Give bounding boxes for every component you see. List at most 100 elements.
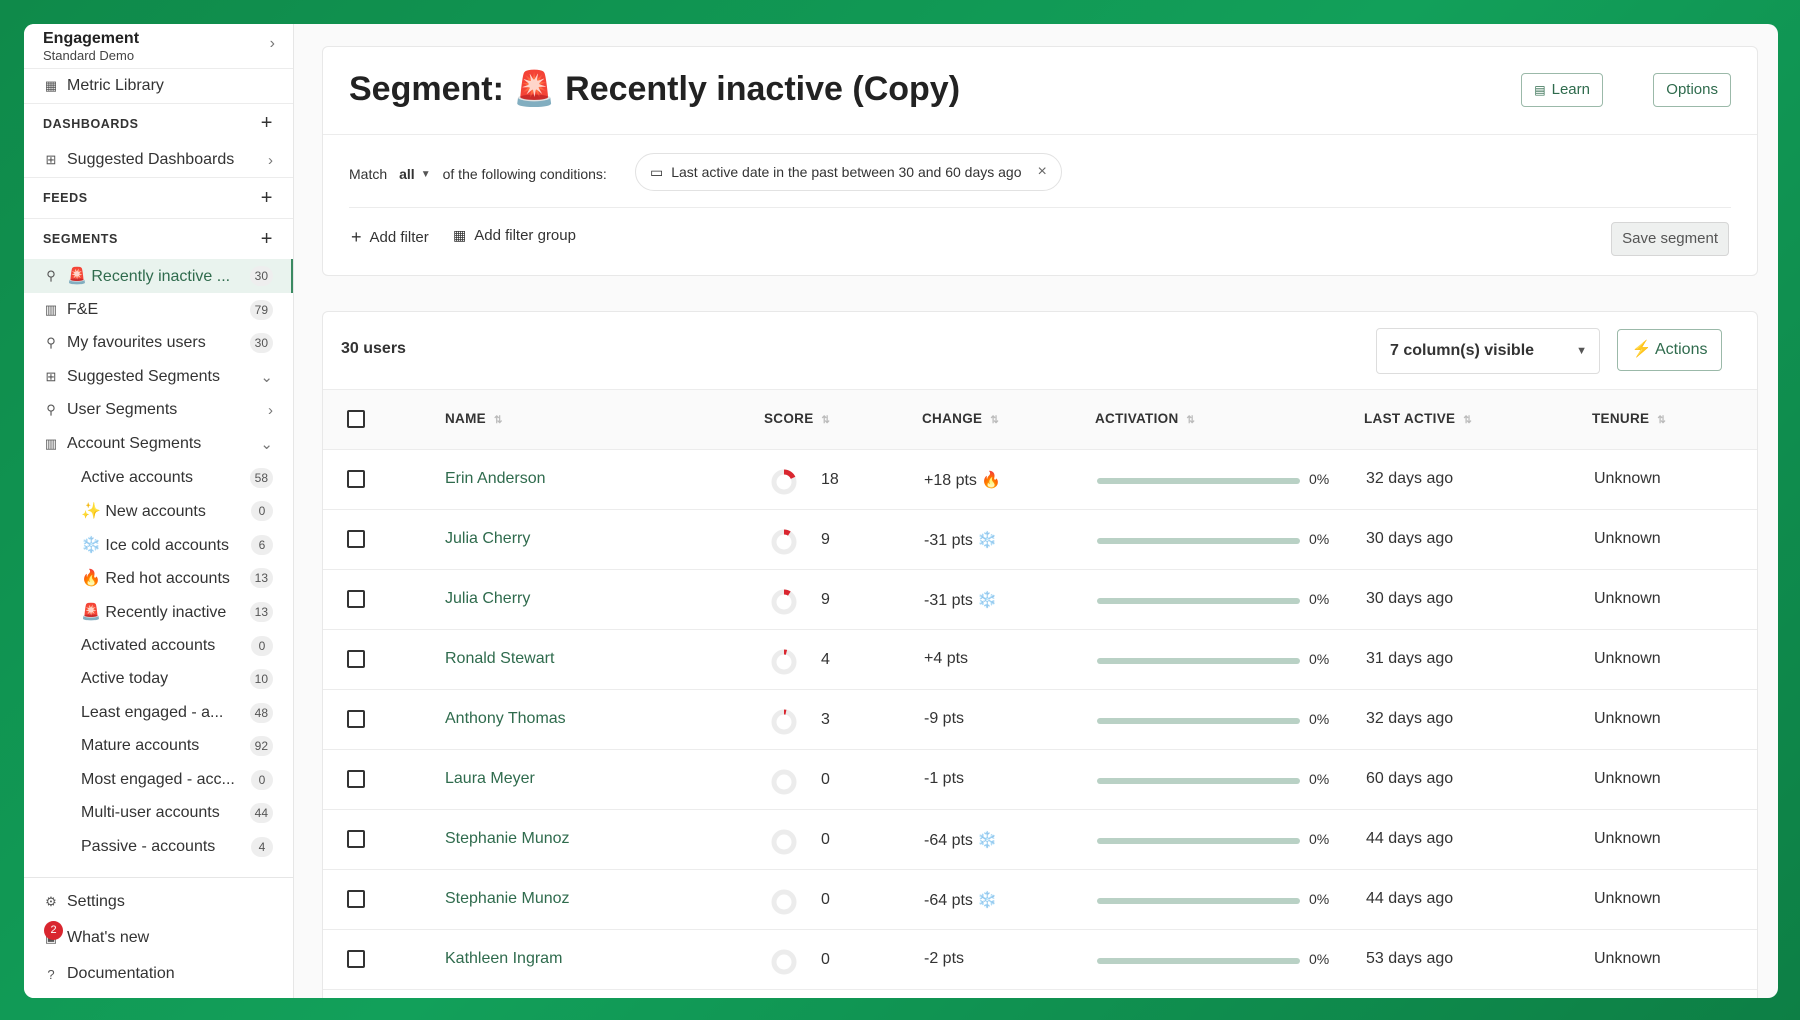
sidebar-item-suggested-segments[interactable]: ⊞ Suggested Segments ⌄ [24,360,293,394]
learn-button[interactable]: ▤ Learn [1521,73,1603,107]
sidebar-subitem[interactable]: ❄️ Ice cold accounts 6 [24,528,293,562]
sidebar-subitem[interactable]: Activated accounts 0 [24,629,293,663]
count-badge: 92 [249,736,273,757]
options-button[interactable]: Options [1653,73,1731,107]
row-checkbox[interactable] [347,710,365,728]
column-header-last-active[interactable]: LAST ACTIVE ⇅ [1364,411,1472,426]
sidebar-subitem[interactable]: 🔥 Red hot accounts 13 [24,562,293,596]
users-table-card: 30 users 7 column(s) visible ▼ ⚡ Actions… [322,311,1758,998]
row-checkbox[interactable] [347,950,365,968]
sidebar-item-my-favourites-users[interactable]: ⚲ My favourites users 30 [24,326,293,360]
sidebar-item-fe[interactable]: ▥ F&E 79 [24,293,293,327]
row-checkbox[interactable] [347,470,365,488]
feeds-section-header: FEEDS + [24,177,293,218]
row-checkbox[interactable] [347,770,365,788]
count-badge: 44 [249,803,273,824]
calendar-icon: ▭ [650,163,664,180]
row-checkbox[interactable] [347,830,365,848]
user-name-link[interactable]: Erin Anderson [445,470,546,488]
sidebar-item-suggested-dashboards[interactable]: ⊞ Suggested Dashboards › [24,144,293,178]
sidebar-subitem[interactable]: Most engaged - acc... 0 [24,763,293,797]
column-header-activation[interactable]: ACTIVATION ⇅ [1095,411,1195,426]
tenure-value: Unknown [1594,710,1661,727]
activation-value: 0% [1309,591,1330,607]
sidebar-subitem[interactable]: Active today 10 [24,662,293,696]
count-badge: 13 [249,601,273,622]
sidebar-item-user-segments[interactable]: ⚲ User Segments › [24,394,293,428]
sidebar-item-metric-library[interactable]: ▦ Metric Library [24,69,293,103]
column-header-label: LAST ACTIVE [1364,411,1456,426]
account-segments-list: Active accounts 58 ✨ New accounts 0 ❄️ Ice… [24,461,293,864]
filter-chip[interactable]: ▭ Last active date in the past between 3… [635,153,1062,191]
row-checkbox[interactable] [347,650,365,668]
table-row: Julia Cherry 9 -31 pts ❄️ 0% 30 days ago Unkn… [323,510,1757,570]
change-value: -31 pts ❄️ [924,592,998,609]
workspace-switcher[interactable]: Engagement Standard Demo › [24,24,293,69]
sidebar-subitem[interactable]: Mature accounts 92 [24,730,293,764]
close-icon[interactable]: × [1038,163,1047,181]
score-ring [771,529,797,555]
match-select[interactable]: all [399,166,415,182]
sidebar-subitem[interactable]: ✨ New accounts 0 [24,494,293,528]
table-row: Stephanie Munoz 0 -64 pts ❄️ 0% 44 days ago U… [323,870,1757,930]
user-name-link[interactable]: Laura Meyer [445,770,535,788]
sidebar-item-label: User Segments [67,401,178,419]
column-header-name[interactable]: NAME ⇅ [445,411,503,426]
add-feed-plus-icon[interactable]: + [261,187,273,210]
divider [349,207,1731,208]
score-value: 18 [821,471,839,488]
user-name-link[interactable]: Julia Cherry [445,590,530,608]
sidebar-item-label: Settings [67,893,125,910]
column-header-label: CHANGE [922,411,983,426]
section-label: SEGMENTS [43,232,118,247]
actions-button[interactable]: ⚡ Actions [1617,329,1722,371]
sidebar-subitem[interactable]: Active accounts 58 [24,461,293,495]
score-value: 0 [821,831,830,848]
sidebar-item-label: What's new [67,929,150,946]
activation-value: 0% [1309,831,1330,847]
tenure-value: Unknown [1594,650,1661,667]
tenure-value: Unknown [1594,890,1661,907]
sidebar-subitem[interactable]: Least engaged - a... 48 [24,696,293,730]
user-name-link[interactable]: Stephanie Munoz [445,830,570,848]
add-filter-group-button[interactable]: ▦ Add filter group [453,227,576,244]
user-name-link[interactable]: Anthony Thomas [445,710,566,728]
sidebar-subitem[interactable]: 🚨 Recently inactive 13 [24,595,293,629]
user-name-link[interactable]: Kathleen Ingram [445,950,562,968]
last-active-value: 60 days ago [1366,770,1454,787]
user-name-link[interactable]: Stephanie Munoz [445,890,570,908]
sidebar-item-whats-new[interactable]: ▣ 2 What's new [24,920,293,956]
column-header-tenure[interactable]: TENURE ⇅ [1592,411,1666,426]
sidebar-item-recently-inactive-copy[interactable]: ⚲ 🚨 Recently inactive ... 30 [24,259,293,293]
add-filter-button[interactable]: + Add filter [351,227,429,248]
building-icon: ▥ [44,301,58,317]
select-all-checkbox[interactable] [347,410,365,428]
columns-visible-select[interactable]: 7 column(s) visible ▼ [1376,328,1600,374]
section-label: DASHBOARDS [43,116,139,131]
row-checkbox[interactable] [347,530,365,548]
user-name-link[interactable]: Ronald Stewart [445,650,554,668]
main-content: Segment: 🚨 Recently inactive (Copy) ▤ Lea… [294,24,1778,998]
user-icon: ⚲ [46,402,56,418]
row-checkbox[interactable] [347,590,365,608]
tenure-value: Unknown [1594,530,1661,547]
score-value: 4 [821,651,830,668]
change-value: -2 pts [924,950,965,967]
sidebar-subitem[interactable]: Multi-user accounts 44 [24,797,293,831]
caret-down-icon[interactable]: ▼ [421,169,431,180]
sidebar-item-account-segments[interactable]: ▥ Account Segments ⌄ [24,427,293,461]
save-segment-button[interactable]: Save segment [1611,222,1729,256]
activation-bar [1097,838,1300,844]
user-name-link[interactable]: Julia Cherry [445,530,530,548]
activation-bar [1097,958,1300,964]
add-segment-plus-icon[interactable]: + [261,228,273,251]
add-dashboard-plus-icon[interactable]: + [261,112,273,135]
activation-value: 0% [1309,531,1330,547]
change-value: -1 pts [924,770,965,787]
row-checkbox[interactable] [347,890,365,908]
sidebar-item-settings[interactable]: ⚙ Settings [24,884,293,920]
sidebar-item-documentation[interactable]: ? Documentation [24,956,293,992]
sidebar-subitem[interactable]: Passive - accounts 4 [24,830,293,864]
column-header-score[interactable]: SCORE ⇅ [764,411,830,426]
column-header-change[interactable]: CHANGE ⇅ [922,411,999,426]
